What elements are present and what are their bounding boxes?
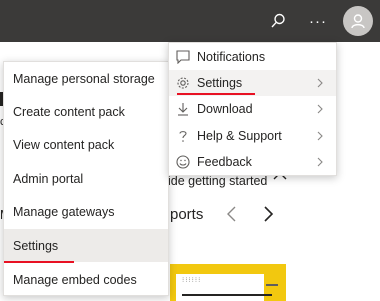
tile-preview: ⁝⁝⁝⁝⁝⁝ [176, 274, 272, 301]
search-icon [271, 13, 285, 28]
menu-item-manage-gateways[interactable]: Manage gateways [4, 195, 168, 228]
menu-item-view-content-pack[interactable]: View content pack [4, 128, 168, 161]
chevron-right-icon[interactable] [260, 204, 276, 224]
avatar [343, 6, 373, 36]
question-icon [176, 129, 190, 143]
chevron-right-icon [317, 131, 323, 141]
menu-item-help-support[interactable]: Help & Support [169, 123, 336, 149]
chevron-right-icon [317, 157, 323, 167]
highlight-underline [177, 93, 255, 95]
tile-line [182, 294, 272, 296]
menu-item-label: Help & Support [197, 129, 282, 143]
menu-item-settings[interactable]: Settings [4, 229, 168, 262]
content-tile[interactable]: ⁝⁝⁝⁝⁝⁝ [170, 264, 286, 301]
notification-icon [176, 50, 190, 64]
menu-item-feedback[interactable]: Feedback [169, 149, 336, 175]
settings-submenu: Manage personal storage Create content p… [3, 61, 169, 296]
menu-item-manage-personal-storage[interactable]: Manage personal storage [4, 62, 168, 95]
menu-item-download[interactable]: Download [169, 96, 336, 122]
chevron-right-icon [317, 104, 323, 114]
menu-item-notifications[interactable]: Notifications [169, 44, 336, 70]
top-bar: ··· [0, 0, 380, 42]
menu-item-label: Download [197, 102, 253, 116]
menu-item-label: Settings [197, 76, 243, 90]
chevron-left-icon[interactable] [224, 204, 240, 224]
menu-item-label: Feedback [197, 155, 252, 169]
getting-started-toggle[interactable]: ide getting started [168, 174, 267, 188]
gear-icon [176, 76, 190, 90]
menu-item-admin-portal[interactable]: Admin portal [4, 162, 168, 195]
account-button[interactable] [340, 0, 376, 42]
menu-item-create-content-pack[interactable]: Create content pack [4, 95, 168, 128]
smiley-icon [176, 155, 190, 169]
tile-dots: ⁝⁝⁝⁝⁝⁝ [182, 277, 202, 284]
more-options-button[interactable]: ··· [302, 0, 334, 42]
menu-item-manage-embed-codes[interactable]: Manage embed codes [4, 263, 168, 296]
download-icon [176, 102, 190, 116]
person-icon [351, 14, 365, 29]
account-menu: Notifications Settings Download Help & S… [168, 42, 337, 176]
more-icon: ··· [309, 12, 327, 30]
tile-line [266, 284, 278, 286]
chevron-right-icon [317, 78, 323, 88]
section-title: ports [170, 206, 204, 223]
menu-item-label: Notifications [197, 50, 266, 64]
search-button[interactable] [262, 0, 294, 42]
